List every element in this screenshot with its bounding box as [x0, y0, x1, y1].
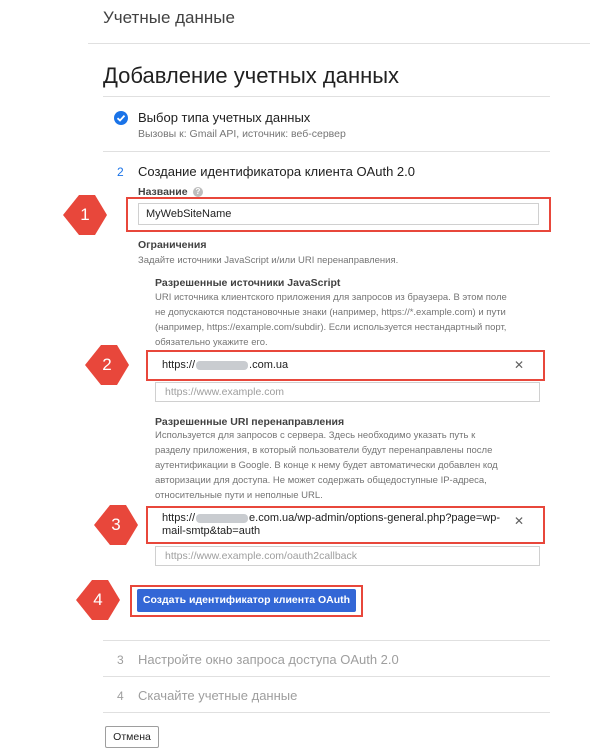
step3-title: Настройте окно запроса доступа OAuth 2.0: [138, 652, 399, 667]
callout-badge-4: 4: [75, 579, 121, 621]
step1-subtitle: Вызовы к: Gmail API, источник: веб-серве…: [138, 128, 346, 140]
callout-badge-3: 3: [93, 504, 139, 546]
redirect-prefix: https://: [162, 512, 196, 524]
redirect-hint-line: аутентификации в Google. В конце к нему …: [155, 460, 498, 471]
js-origins-hint: URI источника клиентского приложения для…: [155, 290, 550, 350]
js-hint-line: URI источника клиентского приложения для…: [155, 292, 507, 303]
redirect-hint-line: авторизации для доступа. Не может содерж…: [155, 475, 487, 486]
js-hint-line: не допускаются подстановочные знаки (нап…: [155, 307, 506, 318]
help-icon[interactable]: ?: [193, 187, 203, 197]
js-origin-placeholder: https://www.example.com: [165, 386, 285, 398]
redirect-hint-line: Используется для запросов с сервера. Зде…: [155, 430, 476, 441]
close-icon[interactable]: ✕: [514, 515, 524, 528]
redirect-uri-input[interactable]: https:// e.com.ua/wp-admin/options-genera…: [155, 510, 540, 540]
js-origin-suffix: .com.ua: [249, 359, 289, 371]
restrictions-title: Ограничения: [138, 239, 207, 251]
step4-number: 4: [117, 689, 124, 703]
js-origin-input[interactable]: https:// .com.ua ✕: [155, 356, 540, 375]
redirect-hint-line: относительные пути и неполные URL.: [155, 490, 323, 501]
step3-number: 3: [117, 653, 124, 667]
name-input-value: MyWebSiteName: [146, 208, 232, 220]
step2-divider: [103, 640, 550, 641]
callout-number: 1: [80, 205, 90, 224]
name-input[interactable]: MyWebSiteName: [138, 203, 539, 225]
close-icon[interactable]: ✕: [514, 358, 524, 372]
js-hint-line: обязательно укажите его.: [155, 337, 268, 348]
header-title: Учетные данные: [103, 8, 235, 27]
callout-number: 2: [102, 355, 112, 374]
step2-number: 2: [117, 165, 124, 179]
step3-divider: [103, 676, 550, 677]
callout-badge-1: 1: [62, 194, 108, 236]
callout-number: 3: [111, 515, 121, 534]
check-icon: [114, 111, 128, 125]
page-title: Добавление учетных данных: [103, 63, 400, 88]
cancel-button[interactable]: Отмена: [105, 726, 159, 748]
redacted-domain: [196, 360, 249, 370]
redirect-line1: e.com.ua/wp-admin/options-general.php?pa…: [249, 512, 501, 524]
title-divider: [103, 96, 550, 97]
step1-title[interactable]: Выбор типа учетных данных: [138, 110, 310, 125]
step2-title: Создание идентификатора клиента OAuth 2.…: [138, 164, 415, 179]
redirect-uris-hint: Используется для запросов с сервера. Зде…: [155, 428, 550, 503]
js-hint-line: (например, https://example.com/subdir). …: [155, 322, 507, 333]
redirect-uri-new-input[interactable]: https://www.example.com/oauth2callback: [155, 546, 540, 566]
redirect-line2: mail-smtp&tab=auth: [162, 525, 261, 537]
redirect-hint-line: разделу приложения, в который пользовате…: [155, 445, 493, 456]
redirect-uris-title: Разрешенные URI перенаправления: [155, 416, 345, 428]
callout-number: 4: [93, 590, 103, 609]
redacted-domain: [196, 513, 249, 523]
step4-divider: [103, 712, 550, 713]
step4-title: Скачайте учетные данные: [138, 688, 298, 703]
js-origins-title: Разрешенные источники JavaScript: [155, 277, 341, 289]
redirect-placeholder: https://www.example.com/oauth2callback: [165, 550, 358, 562]
js-origin-new-input[interactable]: https://www.example.com: [155, 382, 540, 402]
step1-divider: [103, 151, 550, 152]
restrictions-hint: Задайте источники JavaScript и/или URI п…: [138, 255, 399, 266]
create-oauth-client-button[interactable]: Создать идентификатор клиента OAuth: [137, 589, 356, 612]
js-origin-prefix: https://: [162, 359, 196, 371]
callout-badge-2: 2: [84, 344, 130, 386]
